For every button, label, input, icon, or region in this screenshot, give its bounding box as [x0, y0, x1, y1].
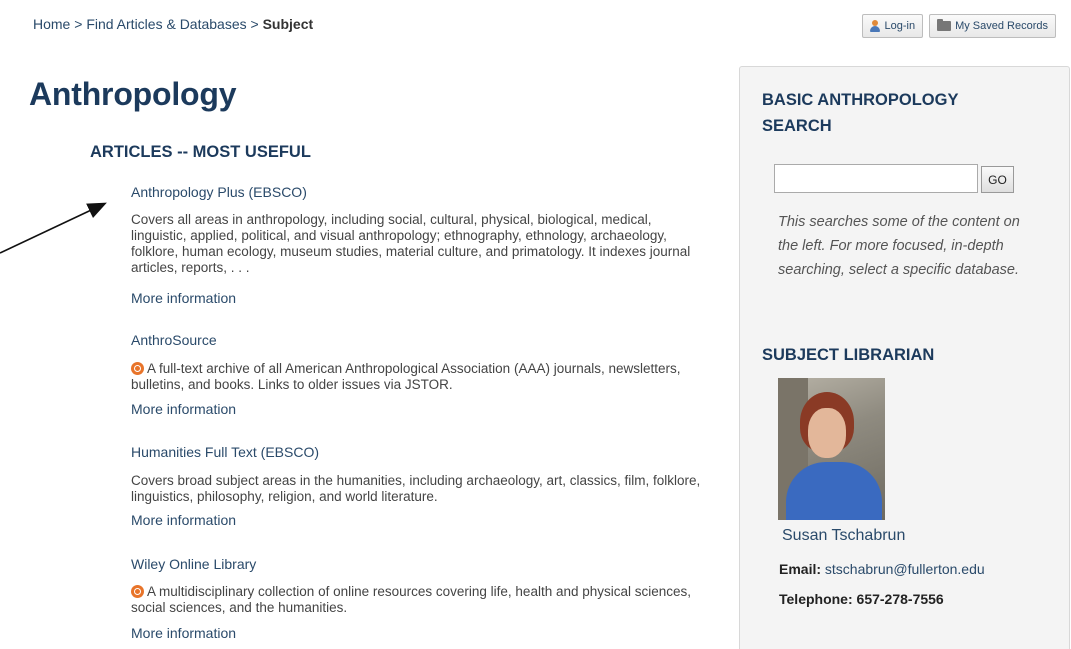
- breadcrumb-separator: >: [246, 16, 263, 32]
- open-access-icon: [131, 585, 144, 598]
- login-label: Log-in: [884, 20, 916, 32]
- header-buttons: Log-in My Saved Records: [862, 14, 1056, 38]
- more-information-link[interactable]: More information: [131, 401, 236, 417]
- search-input[interactable]: [774, 164, 978, 193]
- phone-line: Telephone: 657-278-7556: [779, 591, 944, 607]
- resource-description-block: A multidisciplinary collection of online…: [131, 584, 701, 616]
- more-information-link[interactable]: More information: [131, 512, 236, 528]
- resource-description: Covers all areas in anthropology, includ…: [131, 212, 691, 275]
- open-access-icon: [131, 362, 144, 375]
- breadcrumb: Home > Find Articles & Databases > Subje…: [33, 16, 313, 32]
- go-button[interactable]: GO: [981, 166, 1014, 193]
- email-link[interactable]: stschabrun@fullerton.edu: [825, 561, 985, 577]
- resource-description: A multidisciplinary collection of online…: [131, 584, 692, 615]
- saved-records-button[interactable]: My Saved Records: [929, 14, 1056, 38]
- librarian-name-link[interactable]: Susan Tschabrun: [782, 527, 905, 545]
- saved-records-label: My Saved Records: [955, 20, 1048, 32]
- resource-title-link[interactable]: Humanities Full Text (EBSCO): [131, 444, 319, 460]
- breadcrumb-current: Subject: [262, 16, 314, 32]
- user-icon: [870, 20, 881, 32]
- left-margin: [0, 0, 10, 649]
- breadcrumb-separator: >: [70, 16, 87, 32]
- resource-title-link[interactable]: AnthroSource: [131, 332, 217, 348]
- resource-description: A full-text archive of all American Anth…: [131, 361, 681, 392]
- email-line: Email: stschabrun@fullerton.edu: [779, 561, 985, 577]
- more-information-link[interactable]: More information: [131, 290, 236, 306]
- librarian-photo: [778, 378, 885, 520]
- breadcrumb-home-link[interactable]: Home: [33, 16, 70, 32]
- breadcrumb-find-articles-link[interactable]: Find Articles & Databases: [86, 16, 246, 32]
- search-note: This searches some of the content on the…: [778, 214, 1020, 278]
- librarian-heading: SUBJECT LIBRARIAN: [762, 346, 935, 364]
- more-information-link[interactable]: More information: [131, 625, 236, 641]
- resource-description: Covers broad subject areas in the humani…: [131, 473, 701, 504]
- phone-number: 657-278-7556: [856, 591, 944, 607]
- page-title: Anthropology: [29, 76, 237, 112]
- login-button[interactable]: Log-in: [862, 14, 924, 38]
- resource-title-link[interactable]: Wiley Online Library: [131, 556, 256, 572]
- section-heading: ARTICLES -- MOST USEFUL: [90, 143, 311, 161]
- phone-label: Telephone:: [779, 591, 853, 607]
- folder-icon: [937, 19, 952, 31]
- search-heading: BASIC ANTHROPOLOGY SEARCH: [762, 91, 959, 135]
- resource-title-link[interactable]: Anthropology Plus (EBSCO): [131, 184, 307, 200]
- email-label: Email:: [779, 561, 822, 577]
- resource-description-block: A full-text archive of all American Anth…: [131, 361, 701, 393]
